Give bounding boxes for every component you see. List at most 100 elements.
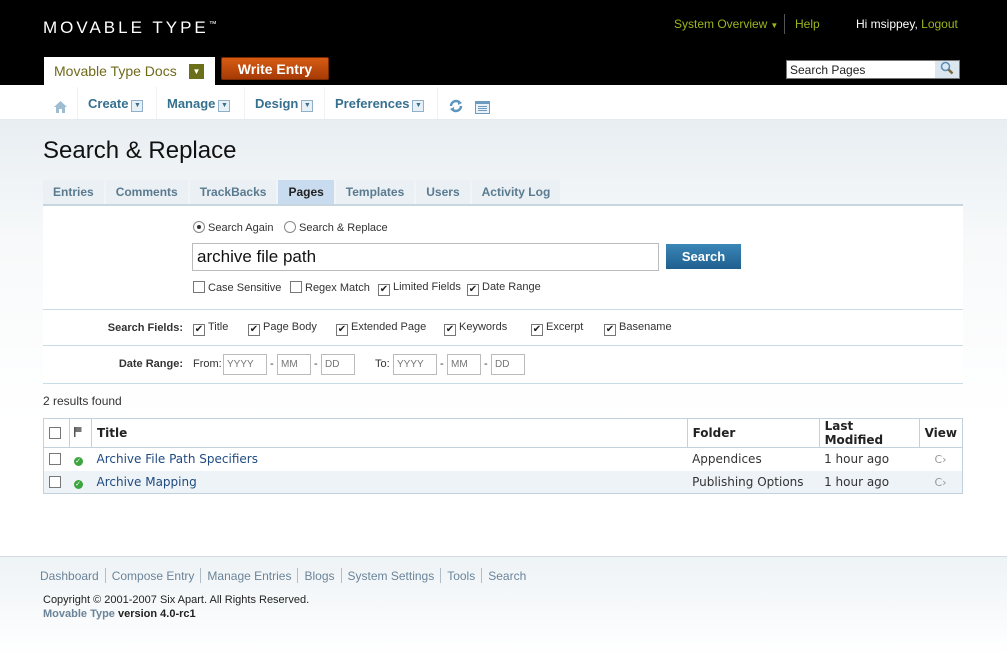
- help-link[interactable]: Help: [795, 17, 820, 31]
- nav-manage-label: Manage: [167, 96, 216, 111]
- movable-type-link[interactable]: Movable Type: [43, 608, 115, 620]
- tab-templates[interactable]: Templates: [335, 180, 415, 204]
- refresh-icon[interactable]: [448, 99, 464, 116]
- page-title-link[interactable]: Archive Mapping: [97, 475, 197, 489]
- footer-link-tools[interactable]: Tools: [447, 569, 475, 583]
- radio-button[interactable]: [193, 221, 205, 233]
- nav-divider: [156, 87, 157, 119]
- view-cell: C›: [919, 448, 962, 471]
- date-dash: -: [314, 358, 318, 370]
- regex-match-option[interactable]: Regex Match: [290, 281, 370, 294]
- from-month-input[interactable]: [277, 354, 311, 375]
- chevron-down-icon[interactable]: ▼: [131, 100, 144, 112]
- flag-icon: [74, 427, 82, 437]
- checkbox-checked[interactable]: ✔: [604, 324, 616, 336]
- checkbox-checked[interactable]: ✔: [193, 324, 205, 336]
- view-page-icon[interactable]: C›: [934, 453, 946, 466]
- blog-selector[interactable]: Movable Type Docs ▼: [44, 57, 215, 85]
- option-label: Limited Fields: [393, 281, 461, 293]
- from-day-input[interactable]: [321, 354, 355, 375]
- footer-link-manage-entries[interactable]: Manage Entries: [207, 569, 291, 583]
- folder-column-header[interactable]: Folder: [686, 418, 820, 448]
- nav-preferences[interactable]: Preferences ▼: [335, 96, 425, 112]
- checkbox-checked[interactable]: ✔: [378, 284, 390, 296]
- checkbox[interactable]: [193, 281, 205, 293]
- search-submit-button[interactable]: [935, 61, 959, 78]
- page-title-link[interactable]: Archive File Path Specifiers: [97, 452, 258, 466]
- tab-pages[interactable]: Pages: [278, 180, 334, 204]
- field-basename-option[interactable]: ✔ Basename: [604, 321, 672, 336]
- footer-link-blogs[interactable]: Blogs: [304, 569, 334, 583]
- footer-link-system-settings[interactable]: System Settings: [348, 569, 435, 583]
- limited-fields-option[interactable]: ✔ Limited Fields: [378, 281, 461, 296]
- date-dash: -: [484, 358, 488, 370]
- nav-design[interactable]: Design ▼: [255, 96, 314, 112]
- nav-manage[interactable]: Manage ▼: [167, 96, 231, 112]
- status-header: [69, 418, 92, 448]
- nav-divider: [324, 87, 325, 119]
- search-button[interactable]: Search: [666, 244, 741, 269]
- results-count: 2 results found: [43, 394, 122, 408]
- field-page-body-option[interactable]: ✔ Page Body: [248, 321, 317, 336]
- title-cell: Archive Mapping: [91, 470, 688, 494]
- row-checkbox[interactable]: [49, 475, 61, 488]
- search-query-input[interactable]: [192, 243, 659, 271]
- tab-comments[interactable]: Comments: [105, 180, 188, 204]
- system-overview-link[interactable]: System Overview ▼: [674, 17, 778, 31]
- chevron-down-icon[interactable]: ▼: [301, 100, 314, 112]
- to-year-input[interactable]: [393, 354, 437, 375]
- chevron-down-icon[interactable]: ▼: [189, 64, 204, 79]
- row-checkbox[interactable]: [49, 453, 61, 466]
- footer-link-search[interactable]: Search: [488, 569, 526, 583]
- tab-users[interactable]: Users: [416, 180, 470, 204]
- view-page-icon[interactable]: C›: [934, 476, 946, 489]
- field-excerpt-option[interactable]: ✔ Excerpt: [531, 321, 583, 336]
- last-modified-column-header[interactable]: Last Modified: [818, 418, 920, 448]
- version-text: version 4.0-rc1: [114, 608, 196, 620]
- checkbox-checked[interactable]: ✔: [467, 284, 479, 296]
- tab-activity-log[interactable]: Activity Log: [471, 180, 561, 204]
- to-month-input[interactable]: [447, 354, 481, 375]
- header-search: [786, 60, 960, 79]
- search-again-radio[interactable]: Search Again: [193, 221, 273, 234]
- nav-create[interactable]: Create ▼: [88, 96, 144, 112]
- checkbox-checked[interactable]: ✔: [336, 324, 348, 336]
- chevron-down-icon[interactable]: ▼: [412, 100, 425, 112]
- checkbox-checked[interactable]: ✔: [444, 324, 456, 336]
- title-column-header[interactable]: Title: [91, 418, 688, 448]
- radio-label: Search Again: [208, 222, 274, 234]
- nav-preferences-label: Preferences: [335, 96, 410, 111]
- search-replace-radio[interactable]: Search & Replace: [284, 221, 388, 234]
- field-keywords-option[interactable]: ✔ Keywords: [444, 321, 507, 336]
- write-entry-button[interactable]: Write Entry: [221, 57, 329, 80]
- view-site-icon[interactable]: [475, 101, 490, 117]
- footer-link-dashboard[interactable]: Dashboard: [40, 569, 99, 583]
- tab-trackbacks[interactable]: TrackBacks: [189, 180, 277, 204]
- select-all-checkbox[interactable]: [49, 427, 61, 439]
- tab-entries[interactable]: Entries: [43, 180, 104, 204]
- to-day-input[interactable]: [491, 354, 525, 375]
- checkbox-checked[interactable]: ✔: [248, 324, 260, 336]
- footer-links: Dashboard Compose Entry Manage Entries Blog…: [40, 568, 526, 583]
- checkbox[interactable]: [290, 281, 302, 293]
- modified-cell: 1 hour ago: [819, 470, 920, 494]
- nav-divider: [77, 87, 78, 119]
- footer-link-compose-entry[interactable]: Compose Entry: [112, 569, 195, 583]
- case-sensitive-option[interactable]: Case Sensitive: [193, 281, 281, 294]
- movable-type-logo[interactable]: MOVABLE TYPE™: [43, 18, 217, 38]
- radio-button[interactable]: [284, 221, 296, 233]
- status-cell: ✓: [69, 470, 92, 494]
- home-icon[interactable]: [53, 100, 68, 117]
- checkbox-checked[interactable]: ✔: [531, 324, 543, 336]
- date-range-option[interactable]: ✔ Date Range: [467, 281, 541, 296]
- app-header: MOVABLE TYPE™ Movable Type Docs ▼ Write …: [0, 0, 1007, 85]
- table-header-row: Title Folder Last Modified View: [43, 418, 963, 448]
- field-extended-page-option[interactable]: ✔ Extended Page: [336, 321, 426, 336]
- search-pages-input[interactable]: [787, 61, 935, 78]
- field-title-option[interactable]: ✔ Title: [193, 321, 228, 336]
- logout-link[interactable]: Logout: [921, 17, 958, 31]
- chevron-down-icon[interactable]: ▼: [218, 100, 231, 112]
- table-row: ✓ Archive File Path Specifiers Appendice…: [44, 448, 963, 471]
- row-select-cell: [44, 448, 70, 471]
- from-year-input[interactable]: [223, 354, 267, 375]
